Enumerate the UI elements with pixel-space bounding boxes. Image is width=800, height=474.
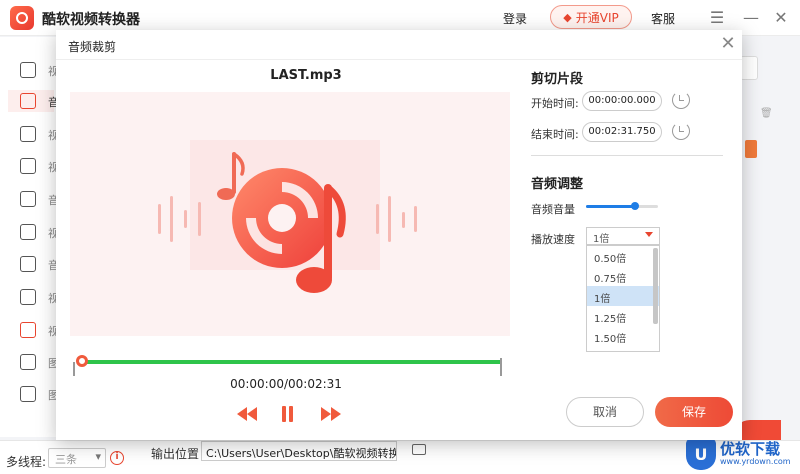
end-time-input[interactable]: 00:02:31.750 xyxy=(582,122,662,142)
trim-timeline[interactable] xyxy=(73,355,506,378)
chevron-down-icon xyxy=(645,232,653,237)
dialog-header: 音频裁剪 ✕ xyxy=(56,30,742,60)
sidebar-item-gif[interactable]: 视 xyxy=(20,319,59,341)
sidebar-item-crop[interactable]: 视 xyxy=(20,286,59,308)
reset-end-icon[interactable] xyxy=(672,122,690,140)
watermark-logo: U 优软下载 www.yrdown.com xyxy=(686,436,796,472)
threads-label: 多线程: xyxy=(6,455,47,469)
customer-service-link[interactable]: 客服 xyxy=(651,10,675,27)
dialog-close-icon[interactable]: ✕ xyxy=(718,34,738,54)
timeline-track xyxy=(82,360,502,364)
vip-label: 开通VIP xyxy=(575,10,619,25)
sidebar-item-split[interactable]: 视 xyxy=(20,221,59,243)
sidebar-item-audio[interactable]: 音 xyxy=(8,90,59,112)
rewind-button[interactable] xyxy=(236,404,258,424)
fast-forward-icon xyxy=(321,407,341,421)
sidebar: 视 音 视 视 音 视 音 视 视 图 图 xyxy=(0,37,59,437)
audio-preview xyxy=(70,92,510,336)
sidebar-item-audio-split[interactable]: 音 xyxy=(20,253,59,275)
rewind-icon xyxy=(237,407,257,421)
trim-end-handle[interactable] xyxy=(500,358,502,376)
reset-start-icon[interactable] xyxy=(672,91,690,109)
audio-section-title: 音频调整 xyxy=(531,177,584,192)
pause-icon-bar xyxy=(288,406,293,422)
video-play-icon xyxy=(20,158,36,174)
app-logo-icon xyxy=(10,6,34,30)
speed-option[interactable]: 0.50倍 xyxy=(587,246,659,266)
output-path-field[interactable]: C:\Users\User\Desktop\酷软视频转换器 xyxy=(201,441,397,461)
shield-logo-icon: U xyxy=(686,438,716,470)
pause-icon xyxy=(281,406,286,422)
trash-icon[interactable]: 🗑 xyxy=(760,108,773,119)
save-button[interactable]: 保存 xyxy=(655,397,733,427)
speed-label: 播放速度 xyxy=(531,233,575,246)
volume-slider[interactable] xyxy=(586,202,658,210)
folder-icon[interactable] xyxy=(412,444,426,455)
image-split-icon xyxy=(20,386,36,402)
close-window-icon[interactable]: ✕ xyxy=(770,6,792,28)
output-location-label: 输出位置 xyxy=(151,447,200,461)
sidebar-item-video-play[interactable]: 视 xyxy=(20,155,59,177)
menu-icon[interactable]: ☰ xyxy=(706,6,728,28)
audio-trim-dialog: 音频裁剪 ✕ LAST.mp3 00:00:00/00:02:31 剪切片段 开… xyxy=(56,30,742,440)
info-icon[interactable]: i xyxy=(110,451,124,465)
threads-select[interactable]: 三条 xyxy=(48,448,106,468)
diamond-icon: ◆ xyxy=(563,10,572,24)
sidebar-item-image[interactable]: 图 xyxy=(20,351,59,373)
sidebar-item-video-edit[interactable]: 视 xyxy=(20,123,59,145)
speed-select[interactable]: 1倍 xyxy=(586,227,660,245)
gif-icon xyxy=(20,322,36,338)
audio-icon xyxy=(20,93,36,109)
watermark-url: www.yrdown.com xyxy=(720,456,791,466)
cancel-button[interactable]: 取消 xyxy=(566,397,644,427)
speed-option[interactable]: 1.25倍 xyxy=(587,306,659,326)
time-readout: 00:00:00/00:02:31 xyxy=(230,377,342,391)
dialog-title: 音频裁剪 xyxy=(68,40,117,54)
sidebar-item-video-convert[interactable]: 视 xyxy=(20,59,59,81)
crop-icon xyxy=(20,289,36,305)
video-edit-icon xyxy=(20,126,36,142)
image-icon xyxy=(20,354,36,370)
sidebar-item-image-split[interactable]: 图 xyxy=(20,383,59,405)
volume-slider-knob[interactable] xyxy=(630,202,639,210)
fast-forward-button[interactable] xyxy=(320,404,342,424)
sidebar-item-speaker[interactable]: 音 xyxy=(20,188,59,210)
split-icon xyxy=(20,224,36,240)
start-time-label: 开始时间: xyxy=(531,97,579,110)
volume-label: 音频音量 xyxy=(531,203,575,216)
end-time-label: 结束时间: xyxy=(531,128,579,141)
watermark-title: 优软下载 xyxy=(720,440,781,459)
minimize-icon[interactable]: — xyxy=(740,6,762,28)
speed-dropdown-list: 0.50倍 0.75倍 1倍 1.25倍 1.50倍 xyxy=(586,245,660,352)
audio-split-icon xyxy=(20,256,36,272)
dropdown-scrollbar[interactable] xyxy=(653,248,658,324)
list-header-control[interactable] xyxy=(740,56,758,80)
speed-select-value: 1倍 xyxy=(593,234,610,245)
login-link[interactable]: 登录 xyxy=(503,10,527,27)
app-title: 酷软视频转换器 xyxy=(42,12,140,28)
video-convert-icon xyxy=(20,62,36,78)
open-vip-button[interactable]: ◆ 开通VIP xyxy=(550,5,632,29)
format-dropdown-icon[interactable] xyxy=(745,140,757,158)
speed-option[interactable]: 0.75倍 xyxy=(587,266,659,286)
speed-option[interactable]: 1倍 xyxy=(587,286,659,306)
speaker-icon xyxy=(20,191,36,207)
clip-section-title: 剪切片段 xyxy=(531,72,584,87)
divider xyxy=(531,155,723,156)
speed-option[interactable]: 1.50倍 xyxy=(587,326,659,346)
trim-start-stem xyxy=(73,362,75,376)
trim-start-handle[interactable] xyxy=(76,355,88,367)
pause-button[interactable] xyxy=(278,404,296,424)
music-disc-illustration xyxy=(158,140,417,293)
bottom-bar: 多线程: 三条 i 输出位置 C:\Users\User\Desktop\酷软视… xyxy=(0,440,800,474)
file-name: LAST.mp3 xyxy=(270,68,342,83)
volume-slider-fill xyxy=(586,205,635,208)
start-time-input[interactable]: 00:00:00.000 xyxy=(582,91,662,111)
